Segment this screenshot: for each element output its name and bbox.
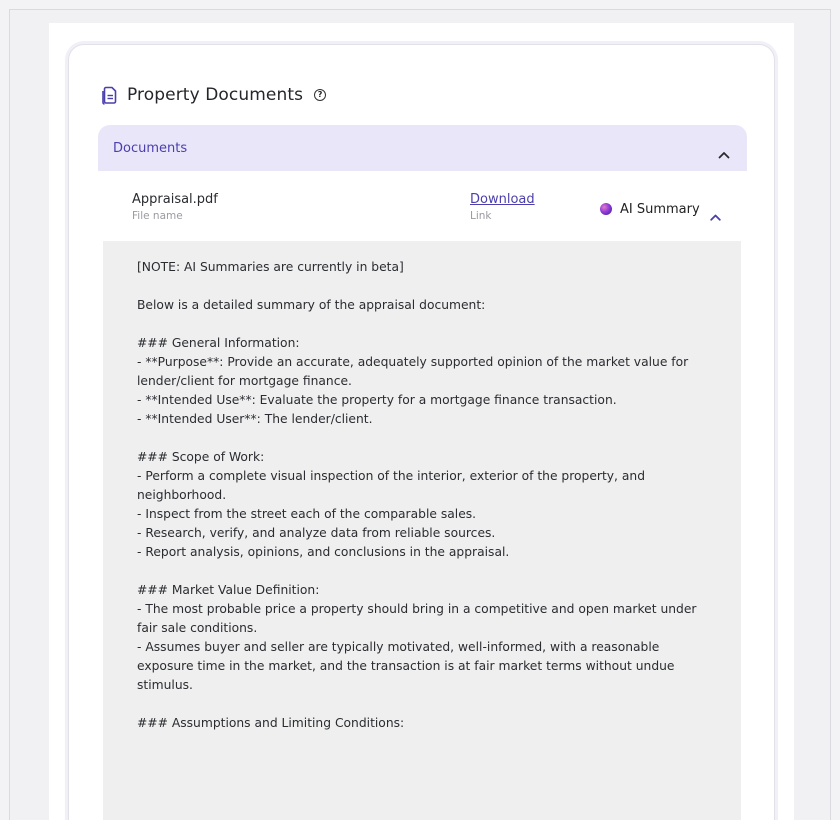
beta-note: [NOTE: AI Summaries are currently in bet…	[137, 260, 404, 274]
section-heading: ### Scope of Work:	[137, 450, 265, 464]
section-heading: ### Assumptions and Limiting Conditions:	[137, 716, 405, 730]
summary-bullet: - **Intended User**: The lender/client.	[137, 412, 373, 426]
file-name-caption: File name	[132, 210, 183, 222]
link-caption: Link	[470, 210, 492, 222]
file-name: Appraisal.pdf	[132, 192, 218, 207]
summary-bullet: - Report analysis, opinions, and conclus…	[137, 545, 510, 559]
summary-bullet: - Research, verify, and analyze data fro…	[137, 526, 496, 540]
file-name-cell: Appraisal.pdf File name	[132, 192, 218, 223]
ai-summary-toggle[interactable]: AI Summary	[600, 200, 721, 221]
download-link[interactable]: Download	[470, 192, 535, 208]
chevron-up-icon	[709, 206, 721, 221]
summary-bullet: - Perform a complete visual inspection o…	[137, 469, 646, 502]
file-link-cell: Download Link	[470, 192, 535, 223]
summary-bullet: - Assumes buyer and seller are typically…	[137, 640, 675, 692]
card-title: Property Documents	[127, 85, 304, 105]
section-heading: ### Market Value Definition:	[137, 583, 320, 597]
summary-bullet: - **Purpose**: Provide an accurate, adeq…	[137, 355, 689, 388]
help-icon[interactable]: ?	[314, 89, 327, 101]
accordion-label: Documents	[113, 140, 188, 156]
section-heading: ### General Information:	[137, 336, 300, 350]
summary-bullet: - **Intended Use**: Evaluate the propert…	[137, 393, 617, 407]
ai-sparkle-icon	[600, 203, 612, 215]
summary-intro: Below is a detailed summary of the appra…	[137, 298, 486, 312]
card-header: Property Documents ?	[100, 82, 327, 108]
summary-bullet: - The most probable price a property sho…	[137, 602, 697, 635]
document-icon	[100, 85, 118, 105]
chevron-up-icon[interactable]	[718, 144, 730, 159]
ai-summary-panel: [NOTE: AI Summaries are currently in bet…	[103, 241, 741, 820]
documents-accordion-header[interactable]: Documents	[98, 125, 747, 171]
file-row: Appraisal.pdf File name Download Link AI…	[98, 171, 747, 241]
summary-bullet: - Inspect from the street each of the co…	[137, 507, 477, 521]
ai-summary-label: AI Summary	[620, 201, 700, 217]
